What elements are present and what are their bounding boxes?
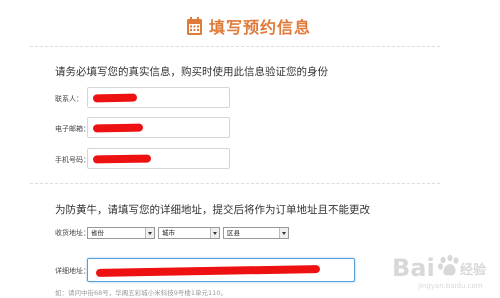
chevron-down-icon xyxy=(210,228,219,238)
phone-input[interactable] xyxy=(87,148,230,169)
form-header: 填写预约信息 xyxy=(186,14,311,38)
district-value: 区县 xyxy=(227,229,240,237)
watermark-brand: Bai xyxy=(392,254,435,282)
page-title: 填写预约信息 xyxy=(209,18,312,37)
chevron-down-icon xyxy=(145,228,154,238)
region-label: 收货地址： xyxy=(55,229,90,237)
chevron-down-icon xyxy=(279,228,288,238)
detail-address-input[interactable] xyxy=(87,258,355,282)
contact-name-label: 联系人： xyxy=(55,95,83,103)
detail-address-label: 详细地址： xyxy=(55,267,90,275)
redacted-address xyxy=(95,265,321,277)
district-select[interactable]: 区县 xyxy=(223,227,289,239)
city-value: 城市 xyxy=(162,229,175,237)
redacted-email xyxy=(92,123,144,133)
address-note: 为防黄牛，请填写您的详细地址，提交后将作为订单地址且不能更改 xyxy=(55,204,370,216)
redacted-phone xyxy=(92,154,152,164)
province-select[interactable]: 省份 xyxy=(87,227,155,239)
baidu-watermark: Bai 经验 jingyan.baidu.com xyxy=(392,250,498,294)
email-label: 电子邮箱： xyxy=(55,125,90,133)
reservation-form-page: 填写预约信息 请务必填写您的真实信息，购买时使用此信息验证您的身份 联系人： 电… xyxy=(0,0,500,298)
watermark-brand-suffix: 经验 xyxy=(460,262,487,278)
top-divider xyxy=(30,46,440,47)
watermark-sub: jingyan.baidu.com xyxy=(417,282,483,290)
redacted-name xyxy=(92,93,138,103)
address-hint: 如：请问中街68号，华阁五彩城小米科技9号楼1单元110。 xyxy=(55,289,227,297)
phone-label: 手机号码： xyxy=(55,156,90,164)
email-input[interactable] xyxy=(87,117,230,138)
contact-note: 请务必填写您的真实信息，购买时使用此信息验证您的身份 xyxy=(55,66,328,78)
city-select[interactable]: 城市 xyxy=(158,227,220,239)
contact-name-input[interactable] xyxy=(87,87,230,108)
province-value: 省份 xyxy=(91,229,104,237)
middle-divider xyxy=(30,183,440,184)
calendar-icon xyxy=(186,16,203,36)
